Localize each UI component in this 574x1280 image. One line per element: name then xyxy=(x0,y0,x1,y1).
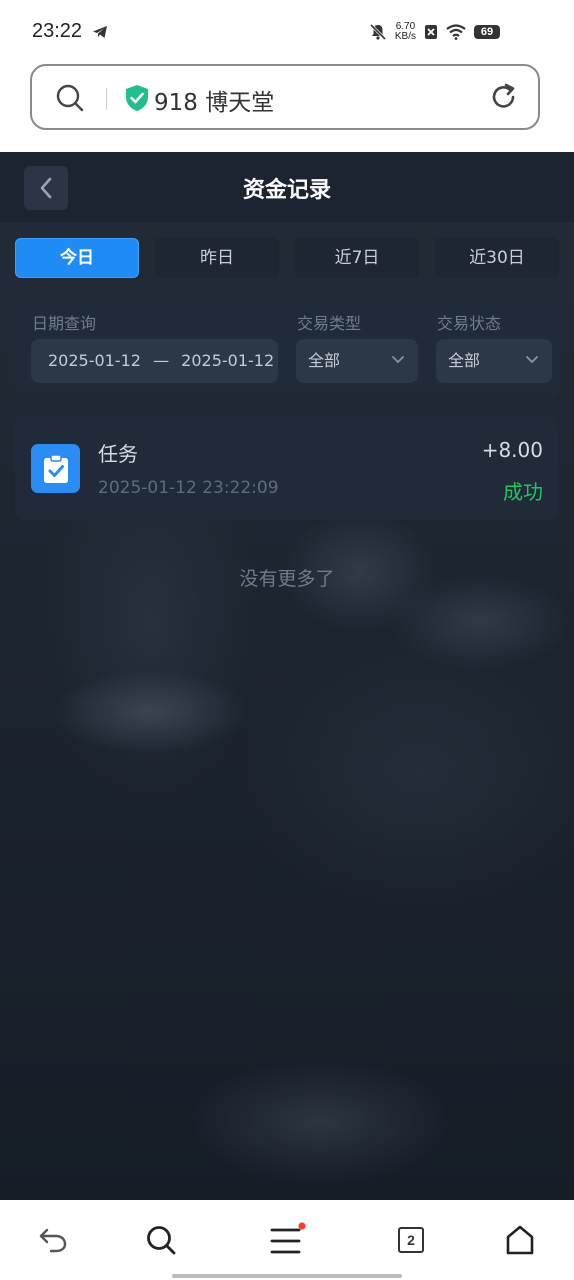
tab-count: 2 xyxy=(398,1227,424,1253)
record-name: 任务 xyxy=(98,442,138,466)
page-header: 资金记录 xyxy=(0,152,574,222)
date-range-picker[interactable]: 2025-01-12 — 2025-01-12 xyxy=(31,339,278,383)
transaction-type-label: 交易类型 xyxy=(297,314,362,333)
menu-icon xyxy=(270,1222,306,1254)
address-divider xyxy=(106,88,107,110)
undo-arrow-icon xyxy=(39,1228,67,1253)
transaction-status-value: 全部 xyxy=(448,351,481,370)
sim-off-icon xyxy=(425,25,437,39)
reload-icon[interactable] xyxy=(490,83,518,111)
site-name[interactable]: 918 博天堂 xyxy=(154,83,274,117)
date-query-label: 日期查询 xyxy=(32,314,97,333)
page-title: 资金记录 xyxy=(242,178,331,203)
home-icon xyxy=(506,1225,534,1255)
bell-muted-icon xyxy=(369,23,386,41)
menu-nav-button[interactable] xyxy=(266,1220,306,1260)
date-start: 2025-01-12 xyxy=(48,351,141,370)
search-icon xyxy=(147,1226,176,1255)
tabs-nav-button[interactable]: 2 xyxy=(391,1220,431,1260)
home-indicator xyxy=(172,1274,402,1278)
tab-last-7-days[interactable]: 近7日 xyxy=(295,238,419,278)
list-end-text: 没有更多了 xyxy=(239,568,335,590)
tab-today[interactable]: 今日 xyxy=(15,238,139,278)
telegram-icon xyxy=(93,26,107,38)
tab-last-30-days[interactable]: 近30日 xyxy=(435,238,559,278)
transaction-record[interactable]: 任务 2025-01-12 23:22:09 +8.00 成功 xyxy=(15,416,559,520)
date-tabs: 今日 昨日 近7日 近30日 xyxy=(15,238,559,278)
chevron-down-icon xyxy=(392,356,404,364)
transaction-type-value: 全部 xyxy=(308,351,341,370)
shield-check-icon xyxy=(126,85,148,111)
record-time: 2025-01-12 23:22:09 xyxy=(98,478,279,498)
transaction-status-select[interactable]: 全部 xyxy=(436,339,552,383)
transaction-type-select[interactable]: 全部 xyxy=(296,339,418,383)
app-content: 资金记录 今日 昨日 近7日 近30日 日期查询 交易类型 交易状态 2025-… xyxy=(0,152,574,1200)
back-nav-button[interactable] xyxy=(33,1220,73,1260)
notification-dot xyxy=(298,1222,306,1230)
date-separator: — xyxy=(153,351,170,370)
record-amount: +8.00 xyxy=(481,438,543,462)
net-speed: 6.70 KB/s xyxy=(395,22,416,42)
home-nav-button[interactable] xyxy=(500,1220,540,1260)
browser-navbar: 2 xyxy=(0,1200,574,1280)
date-end: 2025-01-12 xyxy=(181,351,275,370)
search-nav-button[interactable] xyxy=(141,1220,181,1260)
net-speed-unit: KB/s xyxy=(394,31,416,42)
battery-indicator: 69 xyxy=(474,25,500,39)
record-status: 成功 xyxy=(503,480,543,504)
status-time: 23:22 xyxy=(32,20,83,42)
transaction-status-label: 交易状态 xyxy=(437,314,502,333)
status-bar: 23:22 6.70 KB/s 69 xyxy=(0,0,574,60)
wifi-icon xyxy=(446,24,466,40)
search-icon[interactable] xyxy=(56,84,84,112)
chevron-down-icon xyxy=(526,356,538,364)
address-bar[interactable]: 918 博天堂 xyxy=(30,64,540,130)
filter-panel: 日期查询 交易类型 交易状态 2025-01-12 — 2025-01-12 全… xyxy=(15,294,559,398)
tab-yesterday[interactable]: 昨日 xyxy=(155,238,279,278)
clipboard-check-icon xyxy=(31,444,80,493)
